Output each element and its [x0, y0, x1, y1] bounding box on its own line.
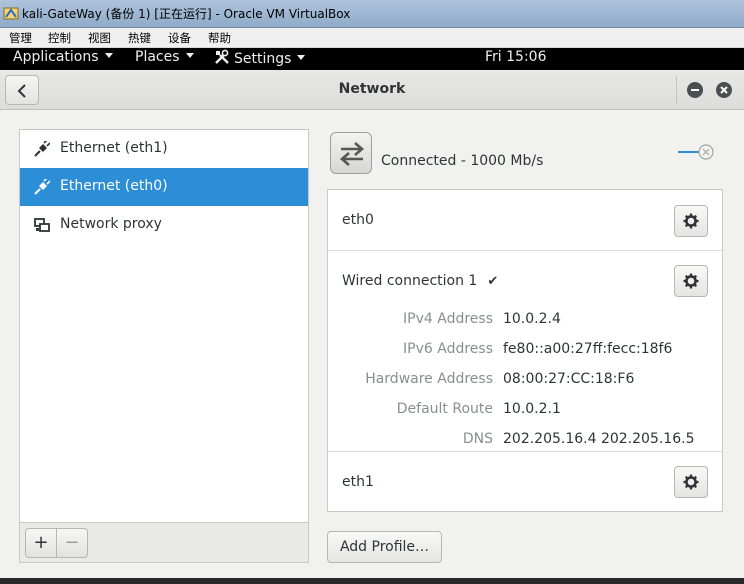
chevron-down-icon [104, 53, 113, 58]
add-device-button[interactable]: + [25, 528, 57, 558]
default-route-label: Default Route [396, 401, 493, 417]
checkmark-icon: ✔ [487, 274, 499, 289]
gear-icon [683, 474, 699, 490]
minimize-icon [691, 89, 699, 91]
close-button[interactable] [716, 82, 732, 98]
ethernet-plug-icon [34, 141, 50, 157]
ipv6-value: fe80::a00:27ff:fecc:18f6 [503, 341, 673, 357]
menu-control[interactable]: 控制 [48, 30, 71, 46]
virtualbox-app-icon [3, 7, 19, 20]
add-profile-button[interactable]: Add Profile… [327, 531, 442, 563]
add-profile-label: Add Profile… [339, 539, 430, 555]
plus-icon: + [33, 532, 49, 553]
host-menubar: 管理 控制 视图 热键 设备 帮助 [0, 28, 744, 48]
device-label: Ethernet (eth1) [60, 140, 168, 156]
hardware-address-label: Hardware Address [365, 371, 493, 387]
device-label: Ethernet (eth0) [60, 178, 168, 194]
ethernet-plug-icon [34, 179, 50, 195]
menu-manage[interactable]: 管理 [9, 30, 32, 46]
hardware-address-value: 08:00:27:CC:18:F6 [503, 371, 635, 387]
host-window-title: kali-GateWay (备份 1) [正在运行] - Oracle VM V… [22, 7, 351, 21]
eth1-profile-settings-button[interactable] [674, 466, 708, 498]
menu-view[interactable]: 视图 [88, 30, 111, 46]
host-window-titlebar: kali-GateWay (备份 1) [正在运行] - Oracle VM V… [0, 0, 744, 28]
profile-name: Wired connection 1 [342, 273, 478, 289]
chevron-down-icon [185, 53, 194, 58]
applications-menu[interactable]: Applications [13, 49, 113, 65]
host-status-strip [0, 578, 744, 584]
header-separator [676, 76, 677, 104]
settings-headerbar: Network [0, 70, 744, 110]
separator [328, 451, 722, 452]
device-item-eth0[interactable]: Ethernet (eth0) [20, 168, 308, 206]
connection-status: Connected - 1000 Mb/s [381, 153, 544, 169]
device-item-eth1[interactable]: Ethernet (eth1) [20, 130, 308, 168]
device-list-toolbar: + − [19, 523, 309, 563]
clock[interactable]: Fri 15:06 [485, 49, 546, 65]
places-menu[interactable]: Places [135, 49, 194, 65]
connection-details: eth0 Wired connection 1 ✔ IPv4 Address 10… [327, 189, 723, 512]
device-list: Ethernet (eth1) Ethernet (eth0) Network … [19, 129, 309, 523]
ipv6-label: IPv6 Address [403, 341, 493, 357]
close-icon [720, 86, 728, 94]
ipv4-value: 10.0.2.4 [503, 311, 561, 327]
interface-name: eth0 [342, 212, 374, 228]
gnome-topbar: Applications Places Settings Fri 15:06 [0, 48, 744, 70]
connection-toggle-switch[interactable] [678, 143, 716, 161]
dns-label: DNS [462, 431, 493, 447]
chevron-down-icon [297, 55, 306, 60]
wired-connection-icon [330, 132, 372, 174]
menu-hotkeys[interactable]: 热键 [128, 30, 151, 46]
transfer-arrows-icon [340, 142, 364, 166]
default-route-value: 10.0.2.1 [503, 401, 561, 417]
settings-app-menu[interactable]: Settings [214, 49, 306, 67]
interface-settings-button[interactable] [674, 205, 708, 237]
gear-icon [683, 213, 699, 229]
profile-item-wired-connection-1[interactable]: Wired connection 1 ✔ [342, 273, 498, 289]
profile-settings-button[interactable] [674, 265, 708, 297]
remove-device-button[interactable]: − [56, 528, 88, 558]
menu-help[interactable]: 帮助 [208, 30, 231, 46]
minus-icon: − [64, 532, 80, 553]
device-label: Network proxy [60, 216, 162, 232]
separator [328, 250, 722, 251]
gear-icon [683, 273, 699, 289]
device-item-network-proxy[interactable]: Network proxy [20, 206, 308, 244]
menu-devices[interactable]: 设备 [168, 30, 191, 46]
dns-value: 202.205.16.4 202.205.16.5 [503, 431, 695, 447]
page-title: Network [338, 81, 406, 97]
tools-icon [215, 49, 229, 64]
ipv4-label: IPv4 Address [403, 311, 493, 327]
profile-item-eth1[interactable]: eth1 [342, 474, 374, 490]
network-proxy-icon [34, 218, 50, 232]
minimize-button[interactable] [687, 82, 703, 98]
